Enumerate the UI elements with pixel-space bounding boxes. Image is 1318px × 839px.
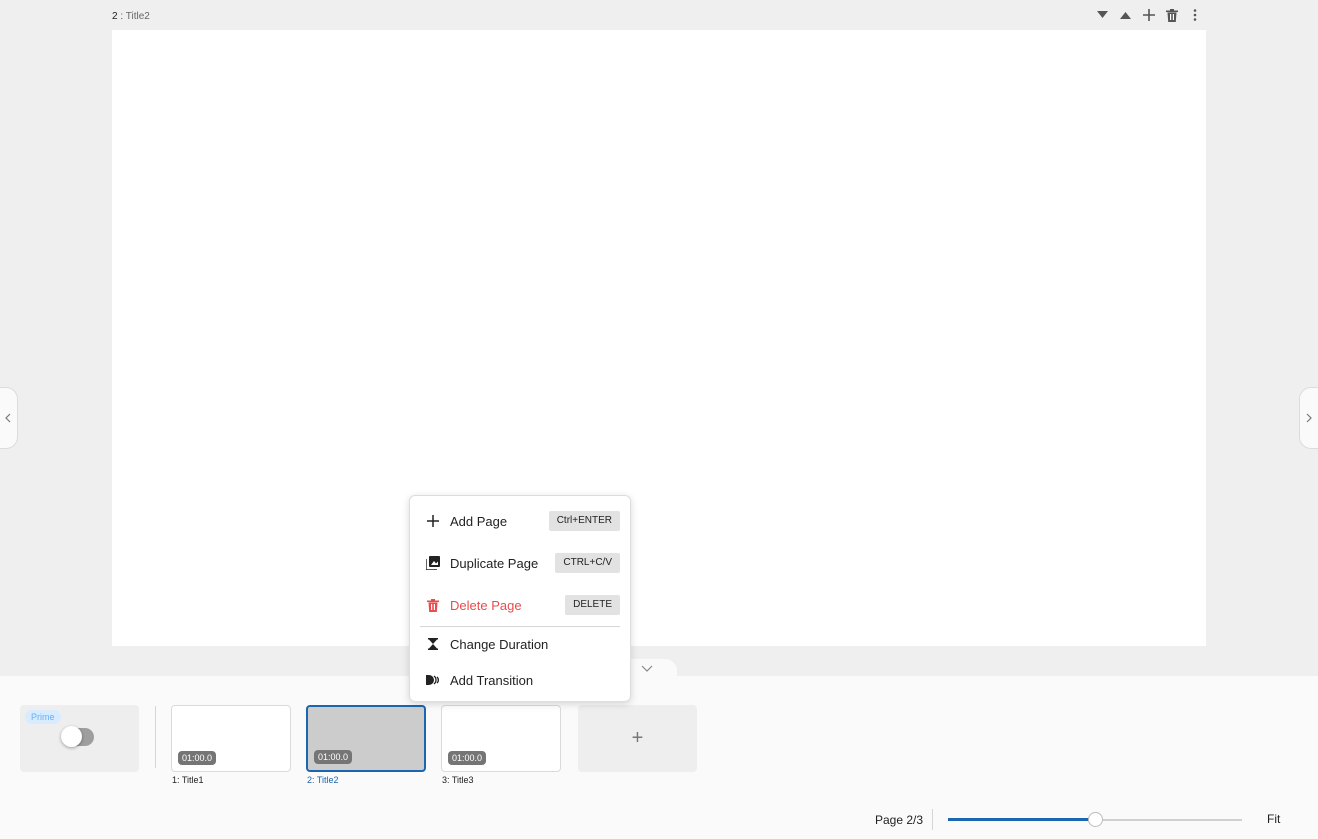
prime-toggle[interactable] [61, 726, 94, 747]
menu-item-label: Change Duration [450, 636, 549, 652]
thumbnail-label-3: 3: Title3 [442, 775, 474, 785]
trash-icon [425, 597, 441, 613]
chevron-right-icon [1306, 413, 1312, 423]
move-page-up-button[interactable] [1117, 7, 1134, 24]
add-page-tool-button[interactable] [1140, 7, 1157, 24]
menu-item-label: Add Transition [450, 672, 534, 688]
more-options-button[interactable] [1186, 7, 1203, 24]
menu-item-delete-page[interactable]: Delete Page DELETE [410, 590, 630, 620]
fit-button[interactable]: Fit [1267, 812, 1280, 826]
chevron-left-icon [5, 413, 11, 423]
previous-page-button[interactable] [0, 387, 18, 449]
chevron-down-icon [641, 665, 653, 672]
duration-badge: 01:00.0 [314, 750, 353, 764]
menu-item-change-duration[interactable]: Change Duration [410, 629, 630, 659]
page-thumbnail-2[interactable]: 01:00.0 [306, 705, 426, 772]
kebab-icon [1193, 9, 1196, 21]
move-page-down-button[interactable] [1094, 7, 1111, 24]
page-thumbnail-1[interactable]: 01:00.0 [171, 705, 291, 772]
page-canvas[interactable] [112, 30, 1206, 646]
duration-badge: 01:00.0 [448, 751, 487, 765]
presentation-editor: 2 : Title2 Prime 01:00.0 1: Title1 01:00… [0, 0, 1318, 839]
zoom-slider-fill [948, 818, 1095, 821]
page-number: 2 [112, 11, 118, 22]
footer-divider [932, 809, 933, 830]
page-title: Title2 [125, 11, 150, 22]
strip-divider [155, 706, 156, 768]
plus-icon: + [631, 727, 644, 749]
menu-item-duplicate-page[interactable]: Duplicate Page CTRL+C/V [410, 548, 630, 578]
page-toolbar [1094, 6, 1203, 24]
page-thumbnail-3[interactable]: 01:00.0 [441, 705, 561, 772]
transition-icon [425, 672, 441, 688]
thumbnail-label-2: 2: Title2 [307, 775, 339, 785]
duration-badge: 01:00.0 [178, 751, 217, 765]
delete-page-tool-button[interactable] [1163, 7, 1180, 24]
menu-item-label: Add Page [450, 513, 508, 529]
shortcut-badge: CTRL+C/V [555, 553, 620, 573]
hourglass-icon [425, 636, 441, 652]
next-page-button[interactable] [1299, 387, 1318, 449]
toggle-knob [61, 726, 82, 747]
zoom-slider[interactable] [948, 812, 1242, 828]
prime-badge: Prime [25, 710, 61, 724]
page-indicator: Page 2/3 [875, 813, 924, 827]
triangle-up-icon [1120, 12, 1131, 19]
menu-item-label: Duplicate Page [450, 555, 539, 571]
page-label-separator: : [120, 11, 124, 22]
plus-icon [425, 513, 441, 529]
page-context-menu: Add Page Ctrl+ENTER Duplicate Page CTRL+… [409, 495, 631, 702]
triangle-down-icon [1097, 11, 1108, 18]
menu-item-add-transition[interactable]: Add Transition [410, 665, 630, 695]
thumbnail-label-1: 1: Title1 [172, 775, 204, 785]
menu-item-label: Delete Page [450, 597, 522, 613]
shortcut-badge: Ctrl+ENTER [548, 511, 620, 531]
add-page-thumbnail-button[interactable]: + [578, 705, 697, 772]
page-label: 2 : Title2 [112, 11, 150, 22]
zoom-slider-handle[interactable] [1088, 812, 1103, 827]
menu-item-add-page[interactable]: Add Page Ctrl+ENTER [410, 506, 630, 536]
plus-icon [1142, 9, 1155, 21]
menu-separator [420, 626, 620, 627]
shortcut-badge: DELETE [565, 595, 620, 615]
duplicate-icon [425, 555, 441, 571]
trash-icon [1165, 8, 1178, 22]
prime-card: Prime [20, 705, 139, 772]
